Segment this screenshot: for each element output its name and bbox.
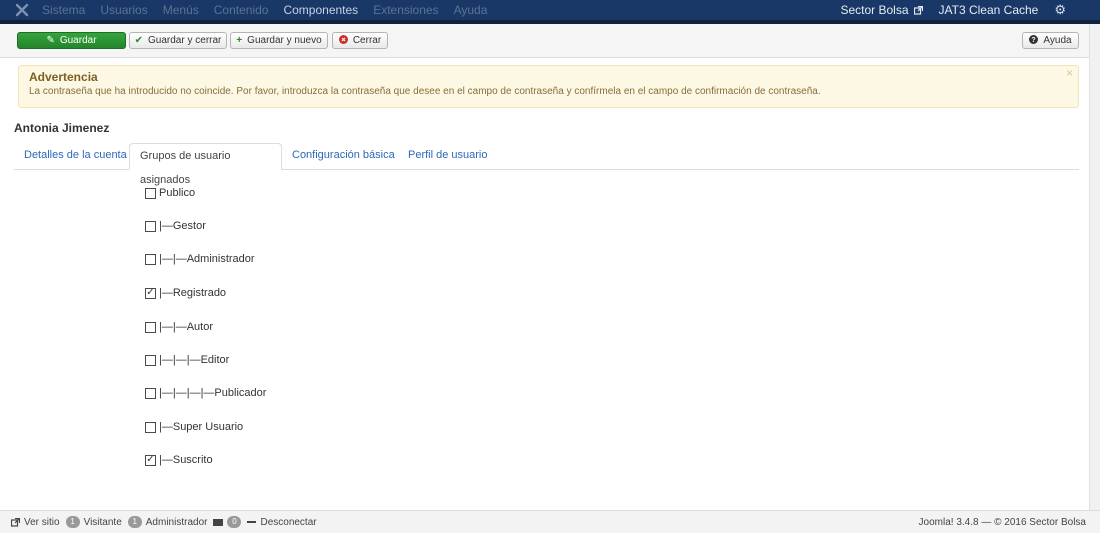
view-site-link[interactable]: Ver sitio — [11, 517, 60, 528]
group-item: Publico — [145, 186, 195, 200]
warning-alert: Advertencia La contraseña que ha introdu… — [18, 65, 1079, 108]
group-label: |—Super Usuario — [159, 421, 244, 433]
version-text: Joomla! 3.4.8 — © 2016 Sector Bolsa — [918, 516, 1086, 528]
site-name: Sector Bolsa — [840, 3, 909, 17]
visitors-label: Visitante — [83, 516, 122, 528]
save-close-button[interactable]: ✔ Guardar y cerrar — [129, 32, 227, 49]
group-label: |—|—Administrador — [159, 253, 255, 265]
page-title: Antonia Jimenez — [14, 121, 110, 135]
save-close-label: Guardar y cerrar — [148, 35, 222, 46]
help-button[interactable]: ? Ayuda — [1022, 32, 1079, 49]
status-bar: Ver sitio 1 Visitante 1 Administrador 0 … — [0, 510, 1100, 533]
external-link-icon — [913, 5, 923, 15]
menu-extensiones[interactable]: Extensiones — [373, 0, 438, 20]
tab-basic-settings[interactable]: Configuración básica — [282, 143, 405, 169]
svg-text:?: ? — [1032, 37, 1036, 44]
messages-count-badge: 0 — [227, 516, 242, 528]
group-label: |—Registrado — [159, 287, 227, 299]
main-menu: Sistema Usuarios Menús Contenido Compone… — [42, 0, 502, 20]
gear-icon[interactable]: ⚙ — [1054, 2, 1066, 18]
group-label: |—|—Autor — [159, 321, 214, 333]
group-item: |—|—|—Editor — [145, 353, 229, 367]
save-new-button[interactable]: + Guardar y nuevo — [230, 32, 328, 49]
menu-menus[interactable]: Menús — [163, 0, 199, 20]
alert-message: La contraseña que ha introducido no coin… — [29, 86, 821, 97]
group-checkbox[interactable] — [145, 421, 156, 433]
tab-assigned-groups[interactable]: Grupos de usuario asignados — [129, 143, 282, 186]
messages-status[interactable]: 0 — [213, 516, 242, 528]
mail-icon — [213, 518, 224, 526]
visitors-count-badge: 1 — [65, 516, 80, 528]
tab-user-profile[interactable]: Perfil de usuario — [398, 143, 498, 169]
group-item: |—|—Administrador — [145, 252, 255, 266]
external-link-icon — [11, 517, 20, 527]
admins-label: Administrador — [145, 516, 208, 528]
view-site-label: Ver sitio — [24, 516, 60, 528]
plus-icon: + — [236, 34, 243, 46]
group-label: |—Suscrito — [159, 454, 213, 466]
group-label: |—Gestor — [159, 220, 206, 232]
admins-count-badge: 1 — [127, 516, 142, 528]
group-checkbox[interactable] — [145, 253, 156, 265]
save-label: Guardar — [59, 35, 97, 46]
scrollbar[interactable] — [1089, 24, 1100, 510]
group-item: |—Gestor — [145, 219, 206, 233]
menu-contenido[interactable]: Contenido — [214, 0, 269, 20]
group-checkbox[interactable] — [145, 354, 156, 366]
group-item: |—|—Autor — [145, 320, 213, 334]
group-item: ✓ |—Suscrito — [145, 453, 213, 467]
question-circle-icon: ? — [1029, 34, 1039, 47]
group-label: Publico — [159, 187, 196, 199]
clean-cache-link[interactable]: JAT3 Clean Cache — [939, 3, 1039, 17]
group-item: ✓ |—Registrado — [145, 286, 226, 300]
group-checkbox[interactable] — [145, 321, 156, 333]
group-checkbox[interactable]: ✓ — [145, 454, 156, 466]
group-item: |—Super Usuario — [145, 420, 243, 434]
alert-title: Advertencia — [29, 70, 98, 84]
close-circle-icon — [338, 34, 348, 47]
menu-componentes[interactable]: Componentes — [283, 0, 358, 20]
menu-ayuda[interactable]: Ayuda — [454, 0, 488, 20]
menu-usuarios[interactable]: Usuarios — [100, 0, 147, 20]
menu-sistema[interactable]: Sistema — [42, 0, 85, 20]
group-checkbox[interactable] — [145, 387, 156, 399]
minus-icon — [247, 521, 257, 523]
logout-link[interactable]: Desconectar — [247, 516, 317, 528]
group-item: |—|—|—|—Publicador — [145, 386, 266, 400]
group-checkbox[interactable] — [145, 220, 156, 232]
admins-status: 1 Administrador — [127, 516, 208, 528]
tab-account-details[interactable]: Detalles de la cuenta — [14, 143, 137, 169]
group-label: |—|—|—Editor — [159, 354, 230, 366]
edit-icon: ✎ — [46, 34, 55, 46]
help-label: Ayuda — [1043, 35, 1072, 46]
toolbar: ✎ Guardar ✔ Guardar y cerrar + Guardar y… — [0, 24, 1090, 58]
tabs-bar: Detalles de la cuenta Grupos de usuario … — [14, 143, 1079, 186]
site-link[interactable]: Sector Bolsa — [840, 3, 923, 17]
check-icon: ✔ — [134, 34, 144, 46]
group-checkbox[interactable]: ✓ — [145, 287, 156, 299]
save-button[interactable]: ✎ Guardar — [17, 32, 126, 49]
group-checkbox[interactable] — [145, 187, 156, 199]
group-label: |—|—|—|—Publicador — [159, 387, 267, 399]
logout-label: Desconectar — [260, 516, 317, 528]
top-navbar: Sistema Usuarios Menús Contenido Compone… — [0, 0, 1100, 24]
close-label: Cerrar — [352, 35, 382, 46]
alert-close-icon[interactable]: × — [1066, 66, 1073, 80]
joomla-logo-icon[interactable] — [10, 0, 34, 20]
save-new-label: Guardar y nuevo — [247, 35, 322, 46]
visitors-status: 1 Visitante — [65, 516, 122, 528]
close-button[interactable]: Cerrar — [332, 32, 388, 49]
